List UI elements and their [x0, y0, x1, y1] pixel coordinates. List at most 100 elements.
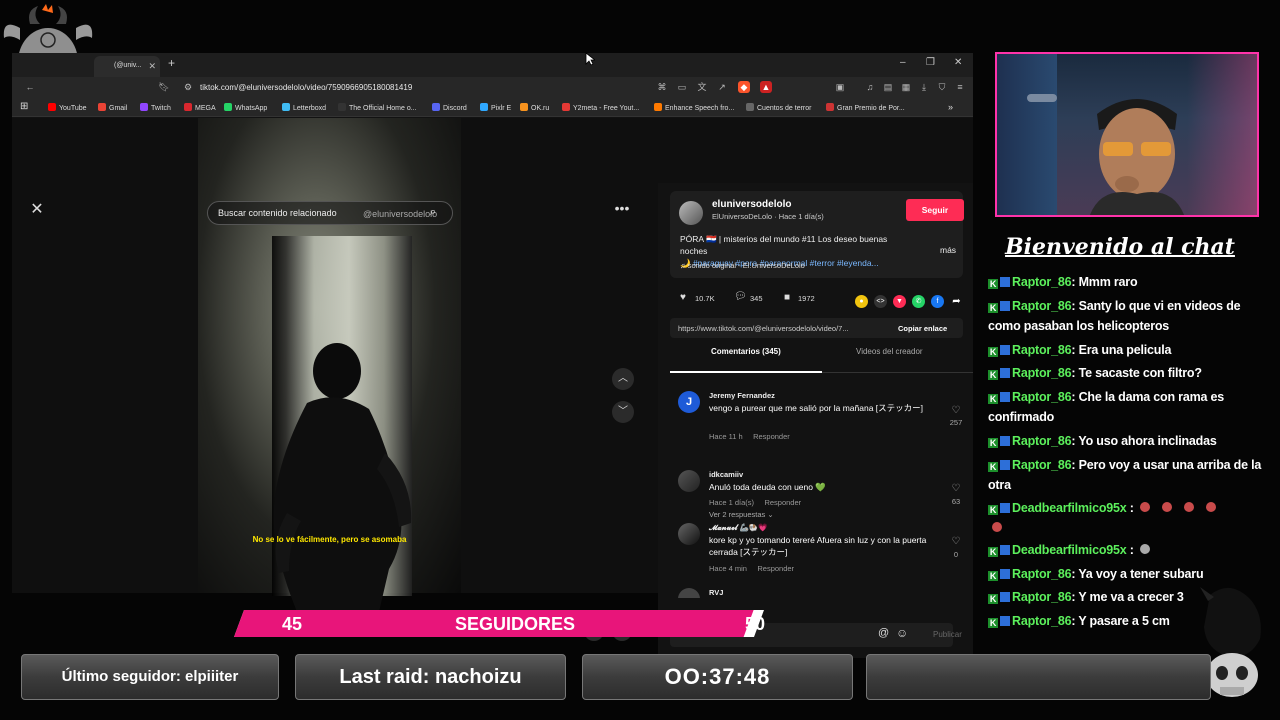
sidebar-icon[interactable]: ▣: [834, 81, 846, 93]
comment-user[interactable]: RVJ: [709, 588, 723, 597]
comment-like-icon[interactable]: ♡: [946, 483, 966, 494]
bookmark-official-home[interactable]: The Official Home o...: [338, 103, 417, 112]
video-subtitle: No se lo ve fácilmente, pero se asomaba: [252, 535, 407, 544]
brave-shield-icon[interactable]: ◆: [738, 81, 750, 93]
reply-button[interactable]: Responder: [753, 432, 790, 441]
bookmark-enhance-speech[interactable]: Enhance Speech fro...: [654, 103, 734, 112]
close-video-icon[interactable]: ✕: [27, 200, 47, 220]
moderator-badge-icon: K: [988, 370, 998, 380]
comments-count: 345: [750, 294, 763, 303]
close-tab-icon[interactable]: ✕: [148, 61, 156, 72]
coin-icon[interactable]: ●: [855, 295, 868, 308]
stream-timer: OO:37:48: [664, 664, 771, 689]
more-options-icon[interactable]: •••: [612, 200, 632, 220]
apps-grid-icon[interactable]: ⊞: [20, 101, 28, 112]
commenter-avatar[interactable]: [678, 588, 700, 598]
new-tab-button[interactable]: +: [168, 56, 175, 70]
embed-icon[interactable]: <>: [874, 295, 887, 308]
mouse-cursor-icon: [585, 52, 595, 66]
maximize-button[interactable]: ❐: [926, 57, 935, 68]
mention-icon[interactable]: @: [878, 627, 889, 639]
follow-button[interactable]: Seguir: [906, 199, 964, 221]
tab-bar: (@univ... ✕ + – ❐ ✕: [12, 53, 973, 77]
bookmark-icon[interactable]: 🔖︎: [158, 81, 170, 93]
next-video-button[interactable]: ﹀: [612, 401, 634, 423]
whatsapp-icon[interactable]: ✆: [912, 295, 925, 308]
reply-button[interactable]: Responder: [757, 564, 794, 573]
music-icon[interactable]: ♫: [864, 81, 876, 93]
comment-user[interactable]: Jeremy Fernandez: [709, 391, 775, 400]
comment-user[interactable]: idkcamiiv: [709, 470, 743, 479]
sound-link[interactable]: ♫ sonido original - El.UniversoDeLolo: [680, 261, 805, 270]
moderator-badge-icon: K: [988, 347, 998, 357]
emoji-icon[interactable]: ☺: [896, 626, 908, 640]
vpn-icon[interactable]: ⛉: [936, 81, 948, 93]
bookmark-whatsapp[interactable]: WhatsApp: [224, 103, 267, 112]
comment-like-icon[interactable]: ♡: [946, 405, 966, 416]
publish-button[interactable]: Publicar: [933, 630, 962, 639]
view-replies-button[interactable]: Ver 2 respuestas ⌄: [709, 510, 774, 519]
bookmark-okru[interactable]: OK.ru: [520, 103, 549, 112]
chat-message: K Deadbearfilmico95x :: [988, 540, 1263, 560]
comment-meta: Hace 11 h Responder: [709, 432, 790, 441]
related-search-input[interactable]: Buscar contenido relacionado @eluniverso…: [207, 201, 453, 225]
bookmark-gran-premio[interactable]: Gran Premio de Por...: [826, 103, 905, 112]
creator-name[interactable]: eluniversodelolo: [712, 199, 791, 210]
cast-icon[interactable]: ▭: [676, 81, 688, 93]
reply-button[interactable]: Responder: [764, 498, 801, 507]
close-window-button[interactable]: ✕: [954, 57, 962, 68]
previous-video-button[interactable]: ︿: [612, 368, 634, 390]
repost-icon[interactable]: ▼: [893, 295, 906, 308]
heart-icon[interactable]: ♥: [680, 292, 686, 303]
bookmark-cuentos[interactable]: Cuentos de terror: [746, 103, 811, 112]
facebook-icon[interactable]: f: [931, 295, 944, 308]
bookmark-save-icon[interactable]: ■: [784, 292, 790, 303]
last-raid-panel: Last raid: nachoizu: [295, 654, 566, 700]
site-settings-icon[interactable]: ⚙︎: [182, 81, 194, 93]
saves-count: 1972: [798, 294, 815, 303]
tab-comments[interactable]: Comentarios (345): [711, 347, 781, 356]
bookmark-pixlr[interactable]: Pixlr E: [480, 103, 511, 112]
creator-avatar[interactable]: [679, 201, 703, 225]
back-icon[interactable]: ←: [24, 81, 36, 93]
tab-creator-videos[interactable]: Videos del creador: [856, 347, 923, 356]
bookmark-discord[interactable]: Discord: [432, 103, 467, 112]
commenter-avatar[interactable]: [678, 523, 700, 545]
chat-message: K Deadbearfilmico95x :: [988, 498, 1263, 538]
bookmark-mega[interactable]: MEGA: [184, 103, 216, 112]
platform-badge-icon: [1000, 345, 1010, 355]
video-link[interactable]: https://www.tiktok.com/@eluniversodelolo…: [678, 324, 849, 333]
download-icon[interactable]: ⤓: [918, 81, 930, 93]
bookmark-gmail[interactable]: Gmail: [98, 103, 127, 112]
more-description-link[interactable]: más: [940, 245, 956, 255]
goal-end-value: 50: [745, 614, 766, 634]
translate-icon[interactable]: 文: [696, 81, 708, 93]
comment-icon[interactable]: 💬︎: [734, 291, 747, 302]
bookmark-twitch[interactable]: Twitch: [140, 103, 171, 112]
commenter-avatar[interactable]: [678, 470, 700, 492]
url-input[interactable]: tiktok.com/@eluniversodelolo/video/75909…: [200, 83, 412, 92]
more-bookmarks-icon[interactable]: »: [948, 102, 953, 112]
bookmark-youtube[interactable]: YouTube: [48, 103, 87, 112]
extension-icon[interactable]: ⌘: [656, 81, 668, 93]
rewards-icon[interactable]: ▲: [760, 81, 772, 93]
moderator-badge-icon: K: [988, 505, 998, 515]
share-arrow-icon[interactable]: ➦: [950, 295, 963, 308]
share-icon[interactable]: ↗: [716, 81, 728, 93]
search-icon[interactable]: ⌕: [430, 206, 436, 219]
comment-like-icon[interactable]: ♡: [946, 536, 966, 547]
address-bar: ← 🔖︎ ⚙︎ tiktok.com/@eluniversodelolo/vid…: [12, 77, 973, 99]
minimize-button[interactable]: –: [900, 57, 906, 68]
comment-user[interactable]: 𝓜𝓪𝓷𝓾𝓮𝓵 🦾🐏💗: [709, 523, 768, 533]
copy-link-button[interactable]: Copiar enlace: [898, 324, 947, 333]
browser-tab[interactable]: (@univ... ✕: [94, 56, 160, 77]
moderator-badge-icon: K: [988, 279, 998, 289]
menu-icon[interactable]: ≡: [954, 81, 966, 93]
bookmark-y2meta[interactable]: Y2meta - Free Yout...: [562, 103, 639, 112]
commenter-avatar[interactable]: J: [678, 391, 700, 413]
bookmark-letterboxd[interactable]: Letterboxd: [282, 103, 326, 112]
reader-icon[interactable]: ▤: [882, 81, 894, 93]
tab-title: (@univ...: [114, 62, 142, 69]
screenshot-icon[interactable]: ▦: [900, 81, 912, 93]
rose-emote-icon: [1183, 502, 1194, 512]
